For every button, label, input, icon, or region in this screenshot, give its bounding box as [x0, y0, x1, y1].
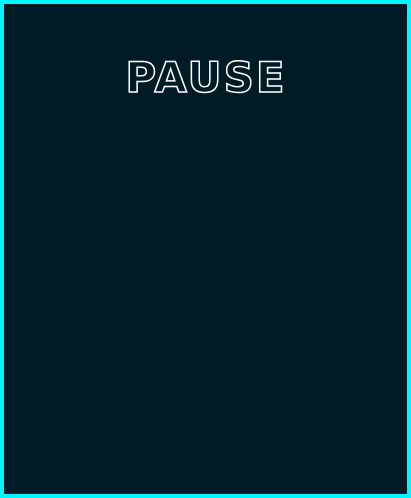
pause-screen: PAUSE — [0, 0, 411, 498]
pause-title: PAUSE — [126, 53, 286, 102]
pause-title-container: PAUSE — [4, 52, 407, 112]
pause-title-svg: PAUSE — [126, 52, 286, 103]
